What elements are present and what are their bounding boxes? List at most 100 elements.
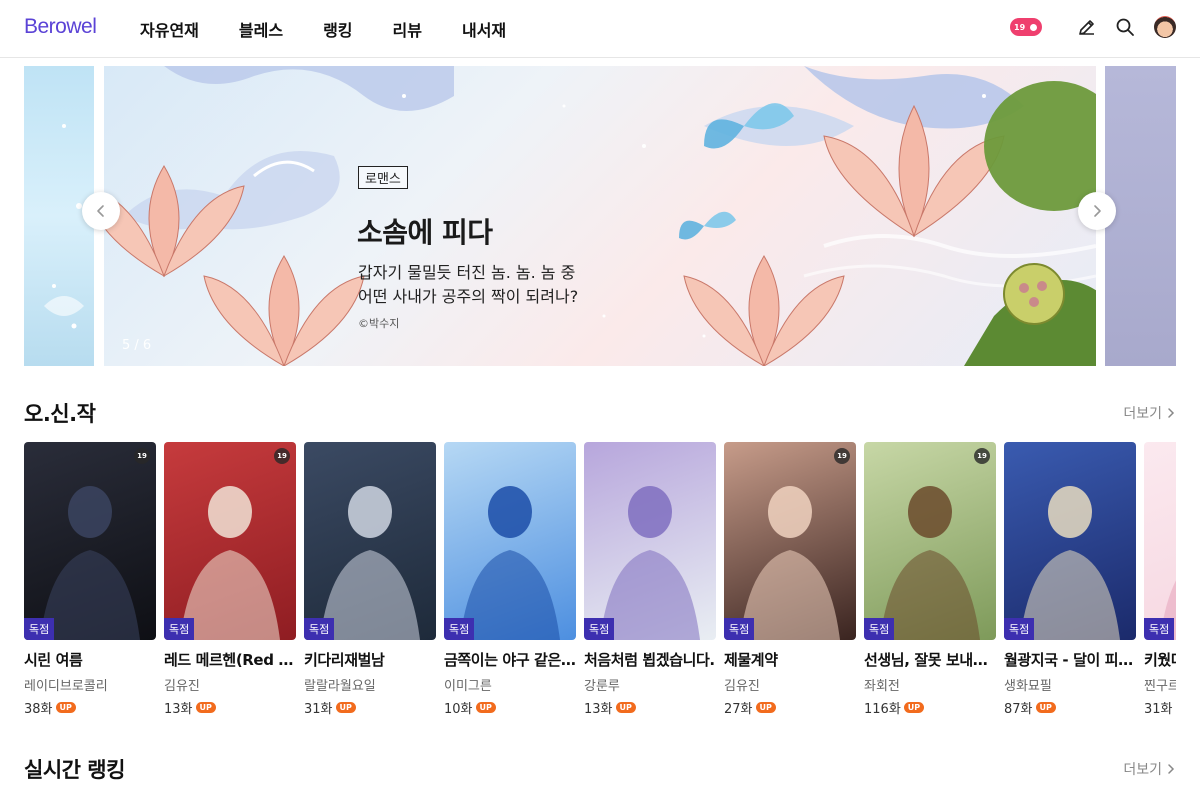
cover-artwork xyxy=(320,486,420,640)
chevron-right-icon xyxy=(1168,764,1175,774)
update-badge: UP xyxy=(903,702,925,713)
nav-item-review[interactable]: 리뷰 xyxy=(393,17,422,41)
exclusive-badge: 독점 xyxy=(864,618,895,640)
write-icon[interactable] xyxy=(1076,16,1098,38)
banner-copyright: ©박수지 xyxy=(358,317,400,330)
adult-badge: 19 xyxy=(274,448,290,464)
work-author: 생화묘필 xyxy=(1004,679,1052,694)
cover-artwork xyxy=(880,486,980,640)
update-badge: UP xyxy=(335,702,356,713)
cover-artwork xyxy=(180,486,280,640)
work-cover[interactable]: 독점 xyxy=(304,442,436,640)
nav-item-free-series[interactable]: 자유연재 xyxy=(140,17,199,41)
work-author: 이미그른 xyxy=(444,679,492,694)
work-card[interactable]: 19 독점제물계약김유진 27화 UP xyxy=(724,442,856,717)
exclusive-badge: 독점 xyxy=(304,618,335,640)
work-title[interactable]: 처음처럼 뵙겠습니다. xyxy=(584,649,716,670)
work-author: 좌회전 xyxy=(864,679,900,694)
work-cover[interactable]: 19 독점 xyxy=(24,442,156,640)
work-card[interactable]: 19 독점 시린 여름 레이디브로콜리 38화 UP xyxy=(24,442,156,717)
next-slide-preview[interactable] xyxy=(1105,66,1176,366)
section-title-ranking: 실시간 랭킹 xyxy=(24,758,125,782)
exclusive-badge: 독점 xyxy=(1004,618,1035,640)
cover-artwork xyxy=(600,486,700,640)
episode-count: 31화 xyxy=(304,702,333,717)
work-title[interactable]: 제물계약 xyxy=(724,649,856,670)
cover-artwork xyxy=(40,486,140,640)
adult-badge: 19 xyxy=(134,448,150,464)
main-nav: 자유연재 블레스 랭킹 리뷰 내서재 xyxy=(140,17,546,41)
adult-badge: 19 xyxy=(834,448,850,464)
episode-count: 13화 xyxy=(164,702,193,717)
adult-content-toggle[interactable]: 19 xyxy=(1010,18,1042,36)
work-author: 김유진 xyxy=(724,679,760,694)
work-title[interactable]: 시린 여름 xyxy=(24,649,156,670)
work-card[interactable]: 19 독점선생님, 잘못 보내셨어요좌회전 116화UP xyxy=(864,442,996,717)
episode-count: 38화 xyxy=(24,702,53,717)
episode-count: 10화 xyxy=(444,702,473,717)
slide-counter: 5 / 6 xyxy=(122,338,152,353)
exclusive-badge: 독점 xyxy=(24,618,55,640)
search-icon[interactable] xyxy=(1114,16,1136,38)
work-card[interactable]: 독점 처음처럼 뵙겠습니다. 강룬루 13화 UP xyxy=(584,442,716,717)
update-badge: UP xyxy=(1035,702,1056,713)
work-cover[interactable]: 19 독점 xyxy=(864,442,996,640)
avatar[interactable] xyxy=(1154,16,1176,38)
work-card[interactable]: 독점키웠더니찐구르 31화UP xyxy=(1144,442,1176,717)
logo[interactable]: Berowel xyxy=(24,15,97,39)
more-link-new[interactable]: 더보기 xyxy=(1123,403,1176,423)
episode-count: 27화 xyxy=(724,702,753,717)
carousel-next-button[interactable] xyxy=(1078,192,1116,230)
work-cover[interactable]: 19 독점 xyxy=(164,442,296,640)
new-works-list: 19독점시린 여름레이디브로콜리38화UP19독점레드 메르헨(Red Märc… xyxy=(24,442,1176,717)
exclusive-badge: 독점 xyxy=(1144,618,1175,640)
banner-description: 갑자기 물밀듯 터진 놈. 놈. 놈 중 어떤 사내가 공주의 짝이 되려나? xyxy=(358,261,658,309)
work-card[interactable]: 독점월광지국 - 달이 피는 나라생화묘필 87화UP xyxy=(1004,442,1136,717)
work-title[interactable]: 레드 메르헨(Red Märchen) xyxy=(164,649,296,670)
nav-item-my-library[interactable]: 내서재 xyxy=(462,17,506,41)
episode-count: 31화 xyxy=(1144,702,1173,717)
exclusive-badge: 독점 xyxy=(724,618,755,640)
work-cover[interactable]: 19 독점 xyxy=(724,442,856,640)
work-meta: 31화UP xyxy=(1144,698,1176,717)
nav-item-ranking[interactable]: 랭킹 xyxy=(323,17,352,41)
work-meta: 13화 UP xyxy=(584,698,716,717)
cover-artwork xyxy=(460,486,560,640)
update-badge: UP xyxy=(55,702,76,713)
chevron-left-icon xyxy=(97,205,104,217)
carousel-prev-button[interactable] xyxy=(82,192,120,230)
top-header: Berowel 자유연재 블레스 랭킹 리뷰 내서재 19 xyxy=(0,0,1200,58)
work-meta: 10화 UP xyxy=(444,698,576,717)
work-cover[interactable]: 독점 xyxy=(584,442,716,640)
work-cover[interactable]: 독점 xyxy=(444,442,576,640)
banner-artwork xyxy=(104,66,1096,366)
work-cover[interactable]: 독점 xyxy=(1144,442,1176,640)
work-cover[interactable]: 독점 xyxy=(1004,442,1136,640)
work-author: 김유진 xyxy=(164,679,200,694)
episode-count: 116화 xyxy=(864,702,901,717)
update-badge: UP xyxy=(755,702,776,713)
exclusive-badge: 독점 xyxy=(164,618,195,640)
work-author: 랄랄라월요일 xyxy=(304,679,376,694)
update-badge: UP xyxy=(195,702,216,713)
more-link-label: 더보기 xyxy=(1123,406,1162,422)
episode-count: 87화 xyxy=(1004,702,1033,717)
more-link-ranking[interactable]: 더보기 xyxy=(1123,759,1176,779)
work-card[interactable]: 독점키다리재벌남랄랄라월요일 31화 UP xyxy=(304,442,436,717)
cover-artwork xyxy=(1160,580,1176,640)
work-title[interactable]: 키다리재벌남 xyxy=(304,649,436,670)
work-meta: 116화 UP xyxy=(864,698,996,717)
banner-slide[interactable]: 로맨스 소솜에 피다 갑자기 물밀듯 터진 놈. 놈. 놈 중 어떤 사내가 공… xyxy=(104,66,1096,366)
nav-item-bless[interactable]: 블레스 xyxy=(239,17,283,41)
work-card[interactable]: 독점금쪽이는 야구 같은 걸 해요이미그른 10화UP xyxy=(444,442,576,717)
update-badge: UP xyxy=(615,702,636,713)
chevron-right-icon xyxy=(1094,205,1101,217)
work-title[interactable]: 키웠더니 xyxy=(1144,649,1176,670)
work-title[interactable]: 월광지국 - 달이 피는 나라 xyxy=(1004,649,1136,670)
work-meta: 13화 UP xyxy=(164,698,296,717)
section-title-new: 오.신.작 xyxy=(24,402,96,426)
exclusive-badge: 독점 xyxy=(584,618,615,640)
work-card[interactable]: 19 독점레드 메르헨(Red Märchen) 김유진 13화UP xyxy=(164,442,296,717)
work-title[interactable]: 선생님, 잘못 보내셨어요 xyxy=(864,649,996,670)
work-title[interactable]: 금쪽이는 야구 같은 걸 해요 xyxy=(444,649,576,670)
